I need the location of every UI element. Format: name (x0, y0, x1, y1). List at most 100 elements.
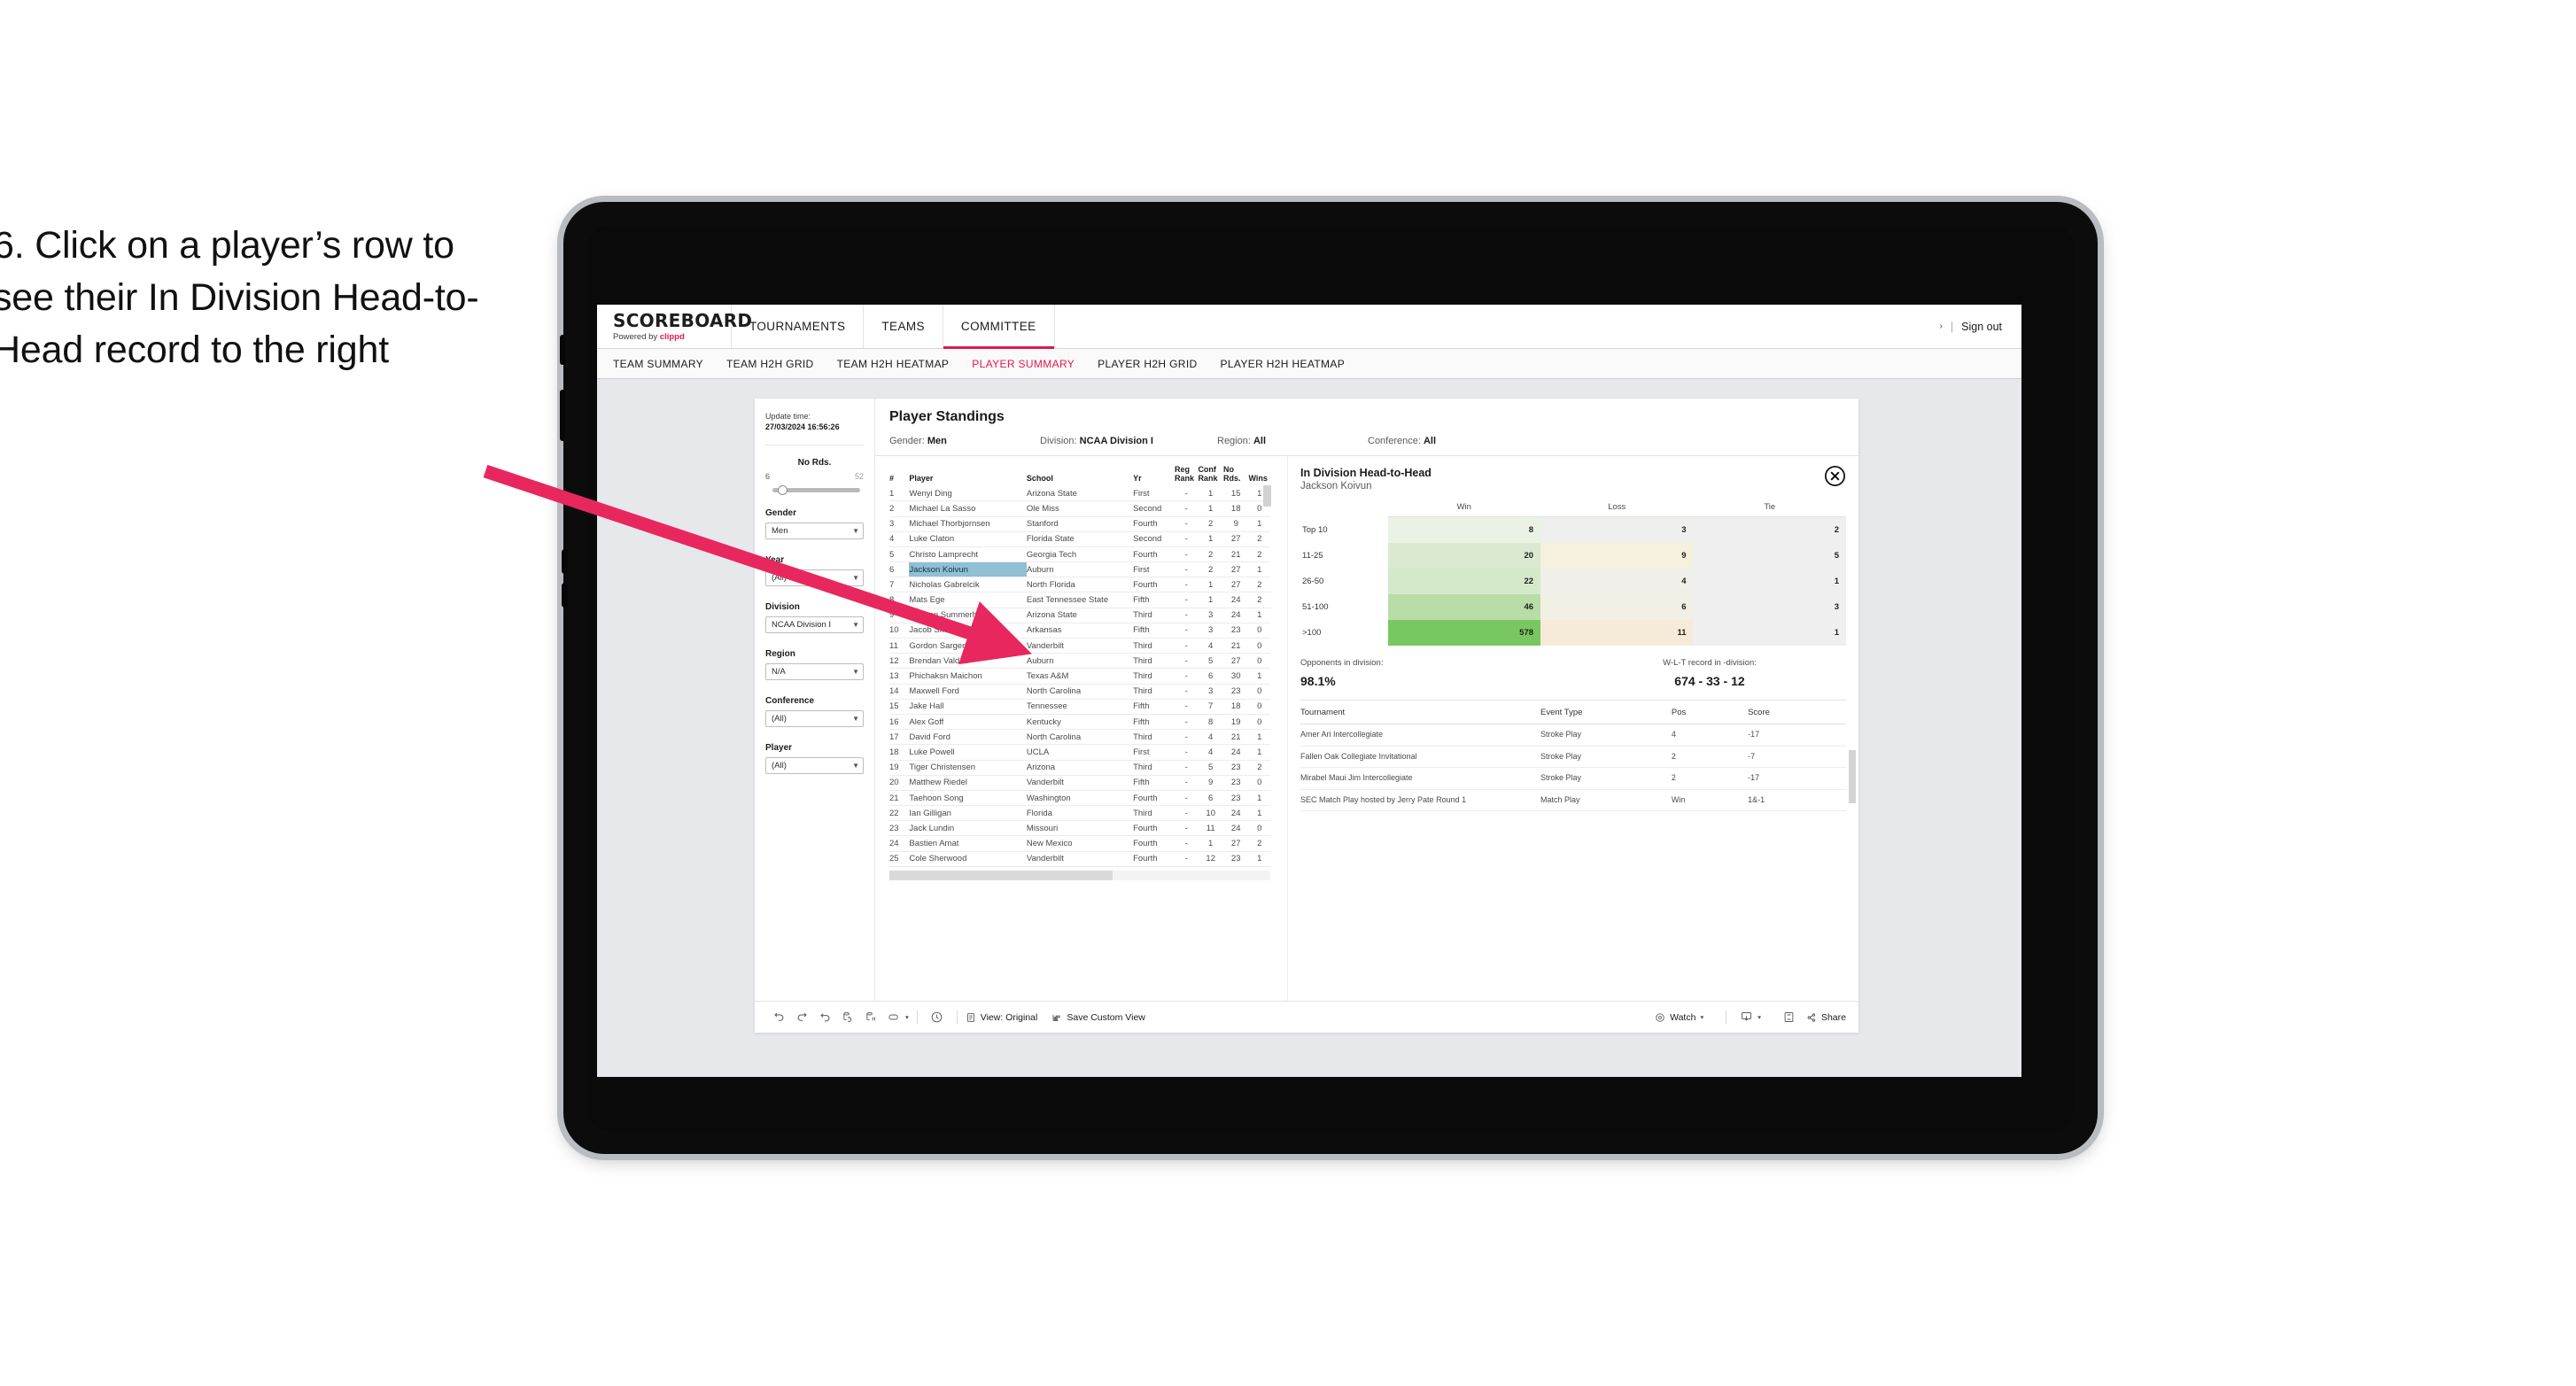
table-row[interactable]: 3 Michael Thorbjornsen Stanford Fourth -2 9 1 (889, 516, 1270, 532)
h2h-cell-loss[interactable]: 9 (1540, 543, 1694, 569)
tab-team-summary[interactable]: TEAM SUMMARY (613, 358, 703, 370)
clock-history-icon[interactable] (926, 1008, 949, 1027)
view-original-button[interactable]: View: Original (966, 1012, 1037, 1023)
h2h-cell-tie[interactable]: 2 (1693, 516, 1846, 543)
th-rank[interactable]: # (889, 465, 909, 486)
h2h-cell-tie[interactable]: 1 (1693, 620, 1846, 646)
table-row[interactable]: 11 Gordon Sargent Vanderbilt Third -4 21 0 (889, 638, 1270, 654)
table-row[interactable]: 25 Cole Sherwood Vanderbilt Fourth -12 23 1 (889, 851, 1270, 867)
no-rds-slider[interactable] (772, 485, 860, 496)
table-row[interactable]: 19 Tiger Christensen Arizona Third -5 23 2 (889, 760, 1270, 776)
chevron-down-icon[interactable]: ▼ (852, 762, 859, 770)
no-rds-slider-handle[interactable] (777, 485, 788, 496)
pause-auto-updates-icon[interactable] (859, 1008, 882, 1027)
redo-icon[interactable] (790, 1008, 813, 1027)
th-reg-rank[interactable]: Reg Rank (1175, 465, 1198, 486)
tournament-row[interactable]: Amer Ari Intercollegiate Stroke Play 4 -17 (1300, 724, 1846, 747)
tournament-table-scrollbar[interactable] (1849, 750, 1856, 803)
filter-conference-select[interactable]: (All) ▼ (765, 710, 864, 728)
account-caret-icon[interactable]: › (1940, 321, 1943, 331)
table-row[interactable]: 9 Preston Summerhays Arizona State Third -3 2… (889, 608, 1270, 623)
table-row[interactable]: 10 Jacob Skov Olesen Arkansas Fifth -3 23 0 (889, 623, 1270, 639)
h2h-cell-tie[interactable]: 5 (1693, 543, 1846, 569)
save-custom-view-button[interactable]: Save Custom View (1051, 1012, 1145, 1023)
h2h-cell-loss[interactable]: 3 (1540, 516, 1694, 543)
th-event-type[interactable]: Event Type (1540, 708, 1672, 724)
h2h-cell-win[interactable]: 46 (1387, 594, 1541, 620)
th-player[interactable]: Player (909, 465, 1026, 486)
chevron-down-icon[interactable]: ▼ (852, 621, 859, 629)
h2h-cell-win[interactable]: 8 (1387, 516, 1541, 543)
th-score[interactable]: Score (1748, 708, 1846, 724)
tablet-button-volume-up[interactable] (560, 390, 565, 441)
chevron-down-icon[interactable]: ▼ (852, 715, 859, 723)
th-no-rds[interactable]: No Rds. (1223, 465, 1249, 486)
table-row[interactable]: 14 Maxwell Ford North Carolina Third -3 23 0 (889, 684, 1270, 700)
refresh-data-icon[interactable] (836, 1008, 859, 1027)
h2h-cell-tie[interactable]: 1 (1693, 569, 1846, 594)
table-row[interactable]: 12 Brendan Valdes Auburn Third -5 27 0 (889, 653, 1270, 670)
h2h-cell-win[interactable]: 22 (1387, 569, 1541, 594)
table-row[interactable]: 1 Wenyi Ding Arizona State First -1 15 1 (889, 486, 1270, 502)
watch-caret-icon[interactable]: ▾ (1700, 1013, 1703, 1021)
table-row[interactable]: 21 Taehoon Song Washington Fourth -6 23 1 (889, 790, 1270, 807)
filter-region-select[interactable]: N/A ▼ (765, 663, 864, 681)
table-row[interactable]: 17 David Ford North Carolina Third -4 21 1 (889, 729, 1270, 746)
tournament-row[interactable]: Mirabel Maui Jim Intercollegiate Stroke P… (1300, 767, 1846, 790)
nav-item-teams[interactable]: TEAMS (864, 305, 943, 348)
chevron-down-icon[interactable]: ▼ (852, 527, 859, 535)
highlight-icon[interactable] (882, 1008, 905, 1027)
table-row[interactable]: 15 Jake Hall Tennessee Fifth -7 18 0 (889, 699, 1270, 715)
table-row[interactable]: 5 Christo Lamprecht Georgia Tech Fourth -2 21… (889, 546, 1270, 563)
watch-button[interactable]: Watch ▾ (1655, 1012, 1703, 1023)
filter-year-select[interactable]: (All) ▼ (765, 569, 864, 587)
share-button[interactable]: Share (1806, 1012, 1846, 1023)
undo-icon[interactable] (767, 1008, 790, 1027)
tournament-row[interactable]: Fallen Oak Collegiate Invitational Stroke… (1300, 746, 1846, 769)
tab-player-h2h-grid[interactable]: PLAYER H2H GRID (1098, 358, 1197, 370)
tablet-button-power[interactable] (560, 335, 565, 365)
close-circle-icon[interactable] (1824, 465, 1846, 487)
table-row[interactable]: 8 Mats Ege East Tennessee State Fifth -1 24 2 (889, 592, 1270, 608)
download-icon[interactable] (1734, 1008, 1757, 1027)
th-year[interactable]: Yr (1133, 465, 1175, 486)
table-row[interactable]: 20 Matthew Riedel Vanderbilt Fifth -9 23 0 (889, 775, 1270, 791)
revert-icon[interactable] (813, 1008, 836, 1027)
th-school[interactable]: School (1027, 465, 1133, 486)
table-row[interactable]: 13 Phichaksn Maichon Texas A&M Third -6 30 1 (889, 668, 1270, 685)
table-row[interactable]: 7 Nicholas Gabrelcik North Florida Fourth -1… (889, 577, 1270, 593)
table-row[interactable]: 22 Ian Gilligan Florida Third -10 24 1 (889, 805, 1270, 822)
download-caret-icon[interactable]: ▾ (1757, 1013, 1761, 1021)
fullscreen-icon[interactable] (1778, 1008, 1801, 1027)
chevron-down-icon[interactable]: ▼ (852, 574, 859, 582)
table-row[interactable]: 16 Alex Goff Kentucky Fifth -8 19 0 (889, 714, 1270, 731)
th-tournament[interactable]: Tournament (1300, 708, 1541, 724)
table-row[interactable]: 6 Jackson Koivun Auburn First -2 27 1 (889, 561, 1270, 578)
th-pos[interactable]: Pos (1671, 708, 1749, 724)
nav-item-committee[interactable]: COMMITTEE (943, 305, 1055, 349)
tab-player-summary[interactable]: PLAYER SUMMARY (972, 358, 1075, 370)
table-row[interactable]: 24 Bastien Amat New Mexico Fourth -1 27 2 (889, 835, 1270, 852)
table-row[interactable]: 23 Jack Lundin Missouri Fourth -11 24 0 (889, 820, 1270, 837)
highlight-caret-icon[interactable]: ▾ (905, 1013, 909, 1021)
filter-player-select[interactable]: (All) ▼ (765, 757, 864, 775)
brand-logo[interactable]: SCOREBOARD Powered by clippd (597, 305, 752, 348)
table-horizontal-scrollbar[interactable] (889, 870, 1270, 880)
chevron-down-icon[interactable]: ▼ (852, 668, 859, 676)
sign-out-link[interactable]: Sign out (1961, 321, 2002, 333)
h2h-cell-win[interactable]: 578 (1387, 620, 1541, 646)
th-wins[interactable]: Wins (1248, 465, 1270, 486)
table-vertical-scrollbar[interactable] (1263, 485, 1271, 507)
h2h-cell-loss[interactable]: 11 (1540, 620, 1694, 646)
tournament-row[interactable]: SEC Match Play hosted by Jerry Pate Roun… (1300, 789, 1846, 812)
table-row[interactable]: 4 Luke Claton Florida State Second -1 27 2 (889, 531, 1270, 547)
tab-team-h2h-grid[interactable]: TEAM H2H GRID (726, 358, 814, 370)
tab-team-h2h-heatmap[interactable]: TEAM H2H HEATMAP (837, 358, 950, 370)
table-row[interactable]: 2 Michael La Sasso Ole Miss Second -1 18 0 (889, 500, 1270, 517)
filter-division-select[interactable]: NCAA Division I ▼ (765, 616, 864, 634)
tab-player-h2h-heatmap[interactable]: PLAYER H2H HEATMAP (1221, 358, 1346, 370)
th-conf-rank[interactable]: Conf Rank (1198, 465, 1223, 486)
nav-item-tournaments[interactable]: TOURNAMENTS (732, 305, 865, 348)
h2h-cell-loss[interactable]: 4 (1540, 569, 1694, 594)
table-row[interactable]: 18 Luke Powell UCLA First -4 24 1 (889, 744, 1270, 761)
